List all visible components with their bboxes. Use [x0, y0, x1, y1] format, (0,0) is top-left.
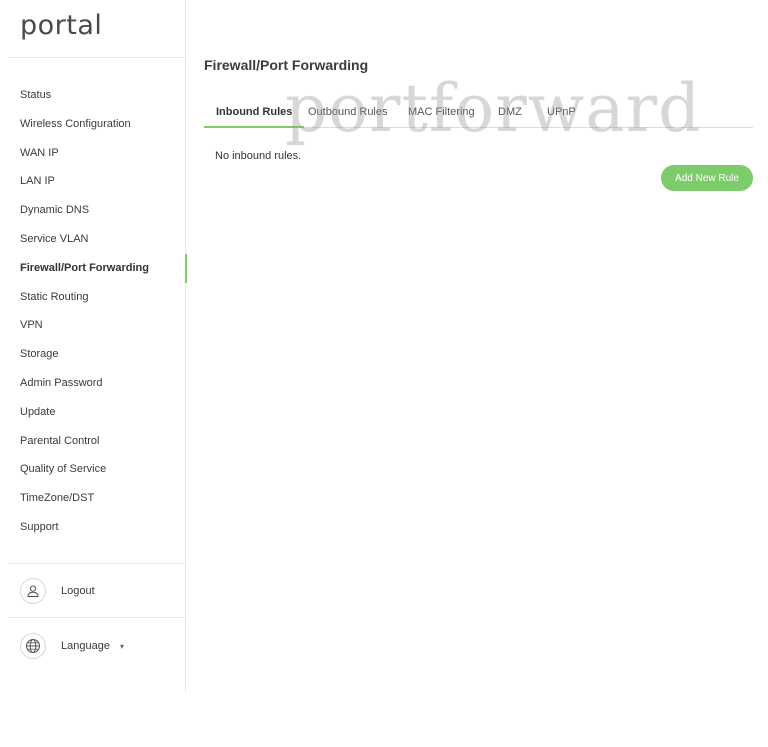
page-title: Firewall/Port Forwarding [204, 57, 369, 73]
sidebar-item-service-vlan[interactable]: Service VLAN [0, 225, 186, 254]
sidebar-item-wan-ip[interactable]: WAN IP [0, 139, 186, 168]
sidebar-item-static-routing[interactable]: Static Routing [0, 283, 186, 312]
empty-state-message: No inbound rules. [215, 150, 302, 162]
logout-label: Logout [61, 585, 95, 597]
sidebar-item-admin-password[interactable]: Admin Password [0, 369, 186, 398]
sidebar-item-timezone-dst[interactable]: TimeZone/DST [0, 484, 186, 513]
sidebar-item-parental-control[interactable]: Parental Control [0, 427, 186, 456]
user-icon [20, 578, 46, 604]
sidebar-item-quality-of-service[interactable]: Quality of Service [0, 455, 186, 484]
tab-mac-filtering[interactable]: MAC Filtering [396, 100, 487, 128]
sidebar-item-update[interactable]: Update [0, 398, 186, 427]
portal-logo[interactable]: portal [20, 10, 102, 46]
sidebar-item-dynamic-dns[interactable]: Dynamic DNS [0, 196, 186, 225]
logout-button[interactable]: Logout [20, 578, 95, 604]
sidebar: portal Status Wireless Configuration WAN… [0, 0, 187, 692]
globe-icon [20, 633, 46, 659]
tab-outbound-rules[interactable]: Outbound Rules [296, 100, 400, 128]
sidebar-nav: Status Wireless Configuration WAN IP LAN… [0, 81, 187, 542]
tab-dmz[interactable]: DMZ [486, 100, 534, 128]
sidebar-item-vpn[interactable]: VPN [0, 311, 186, 340]
sidebar-divider [8, 563, 186, 564]
tab-inbound-rules[interactable]: Inbound Rules [204, 100, 305, 128]
sidebar-item-storage[interactable]: Storage [0, 340, 186, 369]
sidebar-item-status[interactable]: Status [0, 81, 186, 110]
language-label: Language [61, 640, 110, 652]
language-selector[interactable]: Language ▾ [20, 633, 124, 659]
sidebar-divider [8, 617, 186, 618]
tab-bar: Inbound Rules Outbound Rules MAC Filteri… [204, 100, 753, 128]
add-new-rule-button[interactable]: Add New Rule [661, 165, 753, 191]
chevron-down-icon: ▾ [119, 641, 124, 651]
tab-upnp[interactable]: UPnP [535, 100, 588, 128]
logo-divider [8, 57, 186, 58]
sidebar-item-lan-ip[interactable]: LAN IP [0, 167, 186, 196]
sidebar-item-firewall-port-forwarding[interactable]: Firewall/Port Forwarding [0, 253, 187, 283]
sidebar-item-wireless-configuration[interactable]: Wireless Configuration [0, 110, 186, 139]
sidebar-item-support[interactable]: Support [0, 513, 186, 542]
